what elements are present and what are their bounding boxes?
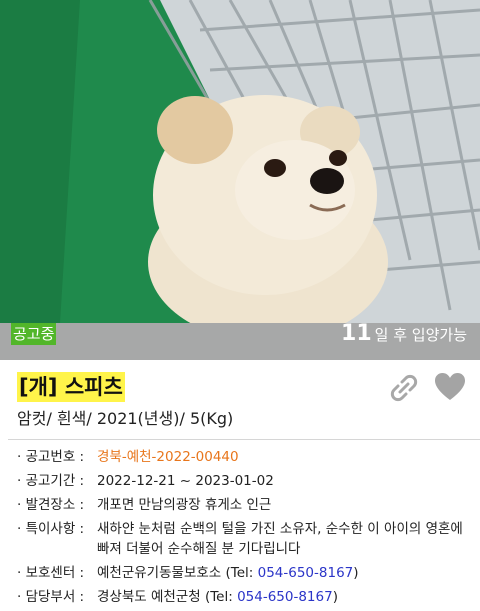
notice-no-value: 경북-예천-2022-00440 bbox=[97, 449, 239, 465]
shelter-label: · 보호센터 : bbox=[17, 565, 85, 581]
status-bar: 공고중 11 일 후 입양가능 bbox=[0, 323, 480, 360]
info-row-features: · 특이사항 : 새하얀 눈처럼 순백의 털을 가진 소유자, 순수한 이 아이… bbox=[17, 519, 477, 559]
heart-icon bbox=[435, 373, 465, 400]
department-tel-link[interactable]: 054-650-8167 bbox=[237, 589, 333, 605]
found-place-value: 개포면 만남의광장 휴게소 인근 bbox=[97, 497, 272, 513]
notice-no-label: · 공고번호 : bbox=[17, 449, 85, 465]
animal-photo bbox=[0, 0, 480, 323]
features-label: · 특이사항 : bbox=[17, 521, 85, 537]
status-badge: 공고중 bbox=[11, 323, 57, 345]
favorite-button[interactable] bbox=[434, 372, 466, 402]
department-name: 경상북도 예천군청 (Tel: bbox=[97, 589, 238, 605]
link-icon bbox=[390, 374, 418, 402]
info-row-department: · 담당부서 : 경상북도 예천군청 (Tel: 054-650-8167) bbox=[17, 587, 477, 607]
shelter-close: ) bbox=[353, 565, 359, 581]
department-value: 경상북도 예천군청 (Tel: 054-650-8167) bbox=[97, 587, 477, 607]
adoption-availability: 11 일 후 입양가능 bbox=[341, 323, 467, 345]
divider bbox=[8, 439, 480, 440]
shelter-name: 예천군유기동물보호소 (Tel: bbox=[97, 565, 258, 581]
days-count: 11 bbox=[341, 321, 372, 346]
found-place-label: · 발견장소 : bbox=[17, 497, 85, 513]
features-value: 새하얀 눈처럼 순백의 털을 가진 소유자, 순수한 이 아이의 영혼에 빠져 … bbox=[97, 521, 463, 557]
notice-period-label: · 공고기간 : bbox=[17, 473, 85, 489]
shelter-value: 예천군유기동물보호소 (Tel: 054-650-8167) bbox=[97, 563, 477, 583]
shelter-tel-link[interactable]: 054-650-8167 bbox=[258, 565, 354, 581]
info-row-found-place: · 발견장소 : 개포면 만남의광장 휴게소 인근 bbox=[17, 495, 477, 515]
department-label: · 담당부서 : bbox=[17, 589, 85, 605]
notice-period-value: 2022-12-21 ~ 2023-01-02 bbox=[97, 473, 274, 489]
animal-title: [개] 스피츠 bbox=[17, 372, 125, 402]
info-row-notice-no: · 공고번호 : 경북-예천-2022-00440 bbox=[17, 447, 477, 467]
animal-summary: 암컷/ 흰색/ 2021(년생)/ 5(Kg) bbox=[17, 409, 234, 428]
info-row-shelter: · 보호센터 : 예천군유기동물보호소 (Tel: 054-650-8167) bbox=[17, 563, 477, 583]
share-link-button[interactable] bbox=[389, 373, 419, 403]
info-row-notice-period: · 공고기간 : 2022-12-21 ~ 2023-01-02 bbox=[17, 471, 477, 491]
info-list: · 공고번호 : 경북-예천-2022-00440 · 공고기간 : 2022-… bbox=[17, 447, 477, 611]
days-suffix: 일 후 입양가능 bbox=[374, 326, 467, 344]
department-close: ) bbox=[332, 589, 338, 605]
